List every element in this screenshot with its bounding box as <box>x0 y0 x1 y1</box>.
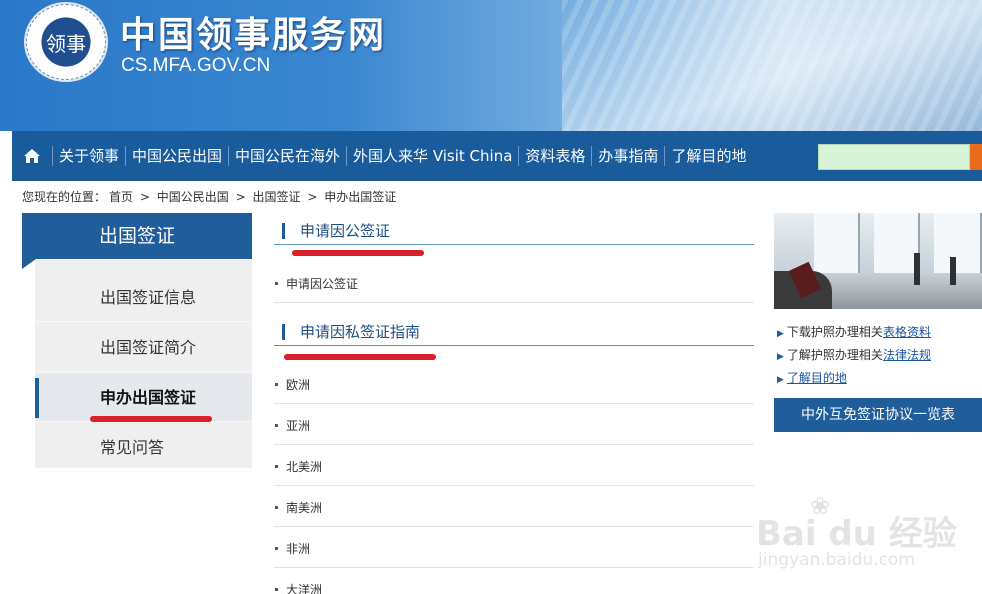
site-domain: CS.MFA.GOV.CN <box>121 55 271 76</box>
bullet <box>275 506 278 509</box>
list-item-link[interactable]: 大洋洲 <box>286 581 322 594</box>
list-item: 大洋洲 <box>274 568 754 594</box>
section-marker <box>282 223 285 239</box>
sidebar-title: 出国签证 <box>22 213 252 259</box>
breadcrumb-current[interactable]: 申办出国签证 <box>324 190 396 204</box>
list-item-link[interactable]: 欧洲 <box>286 376 310 393</box>
consular-logo[interactable]: 领事 <box>24 2 108 82</box>
visa-exemption-button[interactable]: 中外互免签证协议一览表 <box>774 398 982 432</box>
triangle-bullet-icon: ▶ <box>777 375 784 385</box>
breadcrumb-home[interactable]: 首页 <box>109 190 133 204</box>
right-link-forms: ▶ 下载护照办理相关表格资料 <box>777 323 931 340</box>
section-marker <box>282 324 285 340</box>
site-title[interactable]: 中国领事服务网 <box>120 6 386 58</box>
list-item-link[interactable]: 申请因公签证 <box>286 275 358 292</box>
right-link-laws: ▶ 了解护照办理相关法律法规 <box>777 346 931 363</box>
annotation-underline <box>292 250 424 256</box>
sidebar-item-faq[interactable]: 常见问答 <box>35 424 252 472</box>
right-link-destination: ▶ 了解目的地 <box>777 369 847 386</box>
nav-item-citizens-abroad-travel[interactable]: 中国公民出国 <box>126 131 228 181</box>
list-item-link[interactable]: 非洲 <box>286 540 310 557</box>
bullet <box>275 547 278 550</box>
breadcrumb: 您现在的位置： 首页 > 中国公民出国 > 出国签证 > 申办出国签证 <box>22 188 399 205</box>
main-nav: 关于领事 中国公民出国 中国公民在海外 外国人来华 Visit China 资料… <box>12 131 982 181</box>
photo-traveler <box>950 257 956 285</box>
list-item: 非洲 <box>274 527 754 568</box>
search-input[interactable] <box>818 144 970 170</box>
photo-window <box>934 213 982 273</box>
site-header: 领事 中国领事服务网 CS.MFA.GOV.CN <box>0 0 982 131</box>
sidebar: 出国签证信息 出国签证简介 申办出国签证 常见问答 <box>35 260 252 472</box>
annotation-underline <box>284 354 436 360</box>
list-item: 北美洲 <box>274 445 754 486</box>
destination-link[interactable]: 了解目的地 <box>787 371 847 385</box>
section-title-private-visa-guide: 申请因私签证指南 <box>274 320 754 346</box>
sidebar-item-visa-info[interactable]: 出国签证信息 <box>35 274 252 322</box>
breadcrumb-prefix: 您现在的位置： <box>22 190 107 204</box>
bullet <box>275 282 278 285</box>
sidebar-item-visa-intro[interactable]: 出国签证简介 <box>35 324 252 372</box>
section-title-official-visa: 申请因公签证 <box>274 219 754 245</box>
home-icon[interactable] <box>12 131 52 181</box>
triangle-bullet-icon: ▶ <box>777 352 784 362</box>
nav-item-guide[interactable]: 办事指南 <box>592 131 664 181</box>
list-item: 南美洲 <box>274 486 754 527</box>
nav-item-citizens-overseas[interactable]: 中国公民在海外 <box>229 131 346 181</box>
list-item-link[interactable]: 北美洲 <box>286 458 322 475</box>
nav-item-visit-china[interactable]: 外国人来华 Visit China <box>347 131 518 181</box>
airport-passport-photo[interactable] <box>774 213 982 309</box>
breadcrumb-separator: > <box>307 190 318 204</box>
breadcrumb-citizens-abroad[interactable]: 中国公民出国 <box>157 190 229 204</box>
photo-window <box>814 213 860 273</box>
bullet <box>275 424 278 427</box>
list-item: 申请因公签证 <box>274 262 754 303</box>
breadcrumb-separator: > <box>139 190 150 204</box>
list-item-link[interactable]: 南美洲 <box>286 499 322 516</box>
baidu-watermark: ❀ Bai du 经验 jingyan.baidu.com <box>756 492 957 580</box>
list-item: 欧洲 <box>274 363 754 404</box>
triangle-bullet-icon: ▶ <box>777 329 784 339</box>
breadcrumb-visa[interactable]: 出国签证 <box>252 190 300 204</box>
laws-link[interactable]: 法律法规 <box>883 348 931 362</box>
forms-link[interactable]: 表格资料 <box>883 325 931 339</box>
section-title-text[interactable]: 申请因公签证 <box>300 220 390 241</box>
great-wall-banner-image <box>562 0 982 131</box>
annotation-underline <box>90 416 212 422</box>
search-button[interactable] <box>970 144 982 170</box>
right-link-prefix: 下载护照办理相关 <box>786 325 883 339</box>
nav-item-forms[interactable]: 资料表格 <box>519 131 591 181</box>
sidebar-active-indicator <box>35 378 39 418</box>
watermark-brand: Bai du 经验 <box>756 514 957 554</box>
sidebar-notch <box>22 259 36 269</box>
sidebar-item-apply-visa[interactable]: 申办出国签证 <box>35 374 252 422</box>
breadcrumb-separator: > <box>235 190 246 204</box>
bullet <box>275 383 278 386</box>
list-item-link[interactable]: 亚洲 <box>286 417 310 434</box>
nav-item-destination[interactable]: 了解目的地 <box>665 131 752 181</box>
section-title-text[interactable]: 申请因私签证指南 <box>300 321 420 342</box>
bullet <box>275 588 278 591</box>
photo-traveler <box>914 253 920 285</box>
logo-ring <box>26 4 106 80</box>
bullet <box>275 465 278 468</box>
right-link-prefix: 了解护照办理相关 <box>786 348 883 362</box>
nav-item-about-consular[interactable]: 关于领事 <box>53 131 125 181</box>
list-item: 亚洲 <box>274 404 754 445</box>
watermark-url: jingyan.baidu.com <box>758 550 915 570</box>
